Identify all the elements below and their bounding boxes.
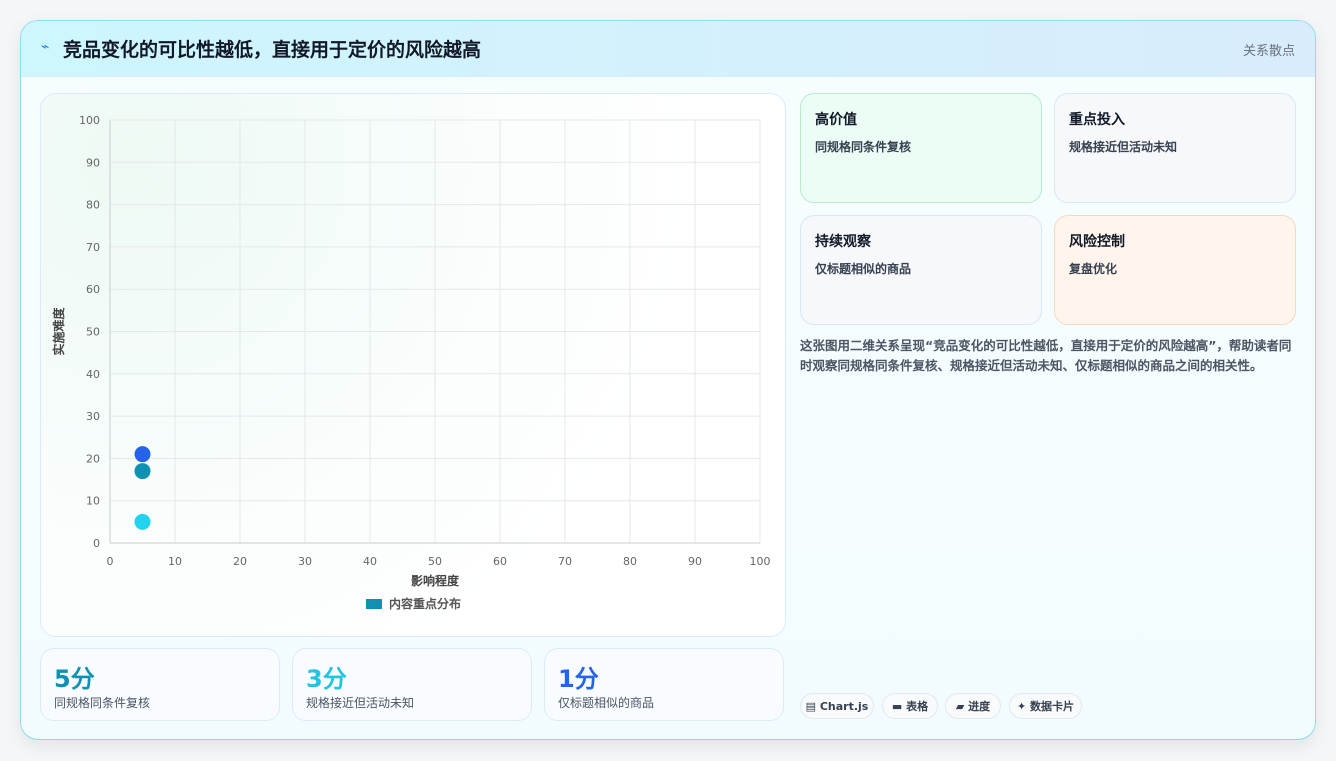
stat-label: 同规格同条件复核: [54, 696, 151, 710]
chart-card: ⌁ 竞品变化的可比性越低，直接用于定价的风险越高 关系散点 0 10 20 30 40 5…: [20, 20, 1316, 740]
x-tick-label: 30: [298, 555, 312, 568]
y-tick-label: 40: [86, 368, 100, 381]
scatter-chart: 0 10 20 30 40 50 60 70 80 90 100 0 10 20 30 40 50 60 70 80 9…: [51, 114, 771, 611]
quadrant-observe: 持续观察 仅标题相似的商品: [800, 215, 1042, 325]
x-tick-label: 20: [233, 555, 247, 568]
y-tick-label: 0: [93, 537, 100, 550]
x-tick-label: 90: [688, 555, 702, 568]
quadrant-title: 高价值: [815, 112, 857, 128]
y-tick-label: 50: [86, 326, 100, 339]
legend-label: 内容重点分布: [389, 596, 461, 611]
x-tick-label: 60: [493, 555, 507, 568]
y-tick-label: 20: [86, 452, 100, 465]
quadrant-high-value: 高价值 同规格同条件复核: [800, 93, 1042, 203]
x-axis-title: 影响程度: [411, 573, 460, 588]
y-tick-label: 10: [86, 495, 100, 508]
x-tick-label: 0: [107, 555, 114, 568]
x-tick-label: 10: [168, 555, 182, 568]
card-title: 竞品变化的可比性越低，直接用于定价的风险越高: [63, 39, 482, 61]
y-tick-label: 90: [86, 156, 100, 169]
scatter-point: [134, 463, 151, 480]
quadrant-key-investment: 重点投入 规格接近但活动未知: [1054, 93, 1296, 203]
y-tick-label: 70: [86, 241, 100, 254]
y-tick-label: 30: [86, 410, 100, 423]
x-tick-label: 80: [623, 555, 637, 568]
stat-label: 仅标题相似的商品: [558, 696, 655, 710]
stat-value: 5分: [54, 665, 95, 693]
y-tick-label: 60: [86, 283, 100, 296]
quadrant-title: 持续观察: [815, 234, 871, 250]
chart-type-label: 关系散点: [1242, 44, 1295, 59]
quadrant-subtitle: 复盘优化: [1069, 262, 1118, 276]
quadrant-title: 重点投入: [1069, 112, 1125, 128]
stat-card: 1分 仅标题相似的商品: [544, 648, 784, 721]
x-tick-label: 40: [363, 555, 377, 568]
stat-card: 5分 同规格同条件复核: [40, 648, 280, 721]
scatter-point: [134, 446, 151, 463]
chip-progress[interactable]: ▰ 进度: [945, 693, 1001, 719]
chart-panel: 0 10 20 30 40 50 60 70 80 90 100 0 10 20 30 40 50 60 70 80 9…: [40, 93, 786, 637]
legend-swatch: [366, 599, 382, 609]
scatter-point: [134, 513, 151, 530]
card-header: ⌁ 竞品变化的可比性越低，直接用于定价的风险越高 关系散点: [21, 21, 1315, 77]
stat-label: 规格接近但活动未知: [306, 696, 415, 710]
quadrant-subtitle: 仅标题相似的商品: [815, 262, 912, 276]
chart-description: 这张图用二维关系呈现“竞品变化的可比性越低，直接用于定价的风险越高”，帮助读者同…: [800, 338, 1292, 373]
y-tick-label: 80: [86, 199, 100, 212]
x-tick-label: 50: [428, 555, 442, 568]
chip-data-card[interactable]: ✦ 数据卡片: [1009, 693, 1082, 719]
stat-value: 3分: [306, 665, 347, 693]
quadrant-subtitle: 规格接近但活动未知: [1069, 140, 1178, 154]
quadrant-subtitle: 同规格同条件复核: [815, 140, 912, 154]
lightning-icon: ⌁: [41, 39, 50, 55]
x-tick-label: 70: [558, 555, 572, 568]
y-tick-label: 100: [79, 114, 100, 127]
x-tick-label: 100: [750, 555, 771, 568]
quadrant-risk-control: 风险控制 复盘优化: [1054, 215, 1296, 325]
chip-table[interactable]: ▬ 表格: [882, 693, 938, 719]
y-axis-title: 实施难度: [51, 307, 66, 356]
stat-card: 3分 规格接近但活动未知: [292, 648, 532, 721]
stat-value: 1分: [558, 665, 599, 693]
quadrant-title: 风险控制: [1069, 234, 1125, 250]
chip-chartjs[interactable]: ▤ Chart.js: [800, 693, 874, 719]
